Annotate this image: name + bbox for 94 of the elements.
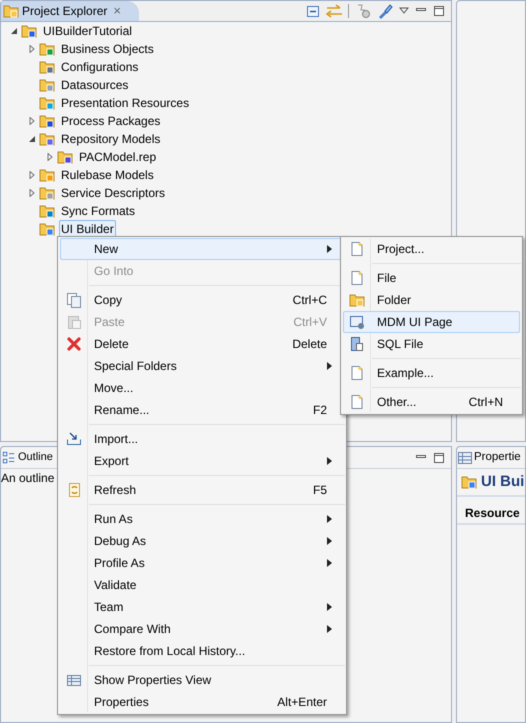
tree-item[interactable]: Process Packages <box>59 112 162 130</box>
submenu-arrow-icon <box>327 362 332 370</box>
folder-icon <box>39 221 55 237</box>
menu-item[interactable]: Run As <box>60 508 344 530</box>
new-example-icon <box>349 365 365 381</box>
tree-item[interactable]: Business Objects <box>59 40 156 58</box>
delete-icon <box>66 336 82 352</box>
tree-item[interactable]: Presentation Resources <box>59 94 192 112</box>
view-menu-icon[interactable] <box>399 7 409 15</box>
menu-item[interactable]: Rename... F2 <box>60 399 344 421</box>
menu-item[interactable]: Export <box>60 450 344 472</box>
expand-arrow-icon[interactable] <box>28 45 36 53</box>
tree-item[interactable]: PACModel.rep <box>77 148 158 166</box>
menu-item[interactable]: MDM UI Page <box>343 311 520 333</box>
new-project-icon <box>349 241 365 257</box>
table-icon <box>66 672 82 688</box>
tree-item[interactable]: UIBuilderTutorial <box>41 22 134 40</box>
explorer-icon <box>3 3 19 19</box>
expand-arrow-icon[interactable] <box>28 171 36 179</box>
folder-icon <box>39 203 55 219</box>
properties-heading: UI Bui <box>481 472 524 492</box>
folder-icon <box>21 23 37 39</box>
shortcut-label: Ctrl+N <box>468 394 503 411</box>
folder-icon <box>39 95 55 111</box>
menu-item[interactable]: Special Folders <box>60 355 344 377</box>
view-tab[interactable]: Project Explorer × <box>1 1 139 21</box>
refresh-icon <box>66 482 82 498</box>
submenu-arrow-icon <box>327 537 332 545</box>
view-tab[interactable]: Propertie <box>474 448 521 466</box>
submenu-arrow-icon <box>327 245 332 253</box>
collapse-arrow-icon[interactable] <box>10 27 18 35</box>
shortcut-label: Ctrl+C <box>292 292 327 309</box>
menu-item[interactable]: Example... <box>343 362 520 384</box>
menu-item[interactable]: Debug As <box>60 530 344 552</box>
menu-item[interactable]: Restore from Local History... <box>60 640 344 662</box>
collapse-all-icon[interactable] <box>306 4 320 18</box>
tree-item[interactable]: Service Descriptors <box>59 184 168 202</box>
menu-item[interactable]: Delete Delete <box>60 333 344 355</box>
tree-item[interactable]: Datasources <box>59 76 130 94</box>
menu-item[interactable]: SQL File <box>343 333 520 355</box>
menu-item[interactable]: File <box>343 267 520 289</box>
submenu-arrow-icon <box>327 625 332 633</box>
expand-arrow-icon[interactable] <box>28 189 36 197</box>
submenu-arrow-icon <box>327 515 332 523</box>
menu-item[interactable]: Properties Alt+Enter <box>60 691 344 713</box>
folder-icon <box>39 131 55 147</box>
maximize-icon[interactable] <box>433 5 445 17</box>
menu-item[interactable]: Team <box>60 596 344 618</box>
menu-item[interactable]: Refresh F5 <box>60 479 344 501</box>
folder-icon <box>39 167 55 183</box>
tree-item[interactable]: Rulebase Models <box>59 166 156 184</box>
menu-item[interactable]: Other... Ctrl+N <box>343 391 520 413</box>
collapse-arrow-icon[interactable] <box>28 135 36 143</box>
tree-item[interactable]: Configurations <box>59 58 140 76</box>
shortcut-label: Delete <box>292 336 327 353</box>
copy-icon <box>66 292 82 308</box>
expand-arrow-icon[interactable] <box>46 153 54 161</box>
submenu-arrow-icon <box>327 603 332 611</box>
outline-message: An outline <box>1 470 54 487</box>
expand-arrow-icon[interactable] <box>28 117 36 125</box>
menu-item[interactable]: Validate <box>60 574 344 596</box>
menu-item[interactable]: Import... <box>60 428 344 450</box>
submenu-arrow-icon <box>327 559 332 567</box>
paste-icon <box>66 314 82 330</box>
menu-item[interactable]: Show Properties View <box>60 669 344 691</box>
menu-item[interactable]: Profile As <box>60 552 344 574</box>
new-wizard-icon <box>349 394 365 410</box>
folder-icon <box>39 185 55 201</box>
menu-item[interactable]: Folder <box>343 289 520 311</box>
tree-item[interactable]: Sync Formats <box>59 202 138 220</box>
outline-icon <box>2 450 16 464</box>
shortcut-label: Alt+Enter <box>277 694 327 711</box>
shortcut-label: F2 <box>312 402 327 419</box>
close-tab-button[interactable]: × <box>113 1 121 21</box>
menu-item[interactable]: Copy Ctrl+C <box>60 289 344 311</box>
folder-icon <box>39 113 55 129</box>
menu-item[interactable]: Project... <box>343 238 520 260</box>
folder-icon <box>461 474 477 490</box>
shortcut-label: F5 <box>312 482 327 499</box>
menu-item[interactable]: Compare With <box>60 618 344 640</box>
import-icon <box>66 431 82 447</box>
tree-item[interactable]: Repository Models <box>59 130 162 148</box>
menu-item[interactable]: Move... <box>60 377 344 399</box>
new-file-icon <box>349 270 365 286</box>
properties-tab[interactable]: Resource <box>465 504 520 522</box>
view-tab[interactable]: Outline <box>18 449 53 466</box>
folder-icon <box>57 149 73 165</box>
folder-icon <box>39 41 55 57</box>
shortcut-label: Ctrl+V <box>293 314 327 331</box>
folder-icon <box>39 77 55 93</box>
maximize-icon[interactable] <box>433 452 445 464</box>
folder-icon <box>39 59 55 75</box>
submenu-arrow-icon <box>327 457 332 465</box>
new-folder-icon <box>349 292 365 308</box>
